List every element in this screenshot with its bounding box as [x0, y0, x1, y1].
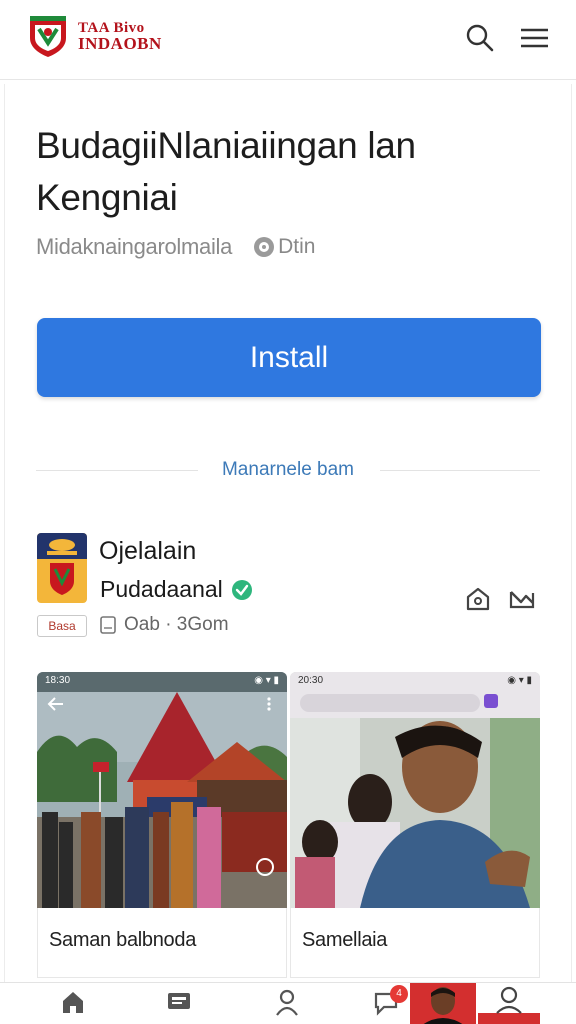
publisher-name[interactable]: Ojelalain — [99, 537, 196, 566]
share-icon[interactable] — [508, 585, 536, 613]
status-bar: 18:30 ◉ ▾ ▮ — [37, 672, 287, 690]
time-label: Dtin — [278, 235, 316, 258]
screenshot-2-caption: Samellaia — [302, 929, 388, 951]
home-icon[interactable] — [58, 987, 88, 1017]
person-icon[interactable] — [272, 987, 302, 1017]
publisher-stats: Oab · 3Gom — [100, 614, 229, 636]
top-app-bar: TAA Bivo INDAOBN — [0, 0, 576, 80]
screenshot-2[interactable]: 20:30 ◉ ▾ ▮ — [290, 672, 540, 908]
publisher-subtitle: Pudadaanal — [100, 576, 223, 602]
home-outline-icon[interactable] — [464, 585, 492, 613]
logo-line2: INDAOBN — [78, 34, 162, 53]
profile-thumbnail[interactable] — [410, 983, 476, 1024]
install-button[interactable]: Install — [37, 318, 541, 397]
emblem-icon — [30, 16, 66, 57]
verified-badge-icon — [231, 579, 252, 600]
screenshot-1[interactable]: 18:30 ◉ ▾ ▮ — [37, 672, 287, 908]
clock-icon — [254, 237, 275, 257]
search-icon[interactable] — [464, 22, 496, 54]
section-divider-label[interactable]: Manarnele bam — [200, 459, 376, 481]
screenshot-1-caption: Saman balbnoda — [49, 929, 197, 951]
hamburger-menu-icon[interactable] — [518, 22, 550, 54]
back-arrow-icon[interactable] — [47, 696, 65, 712]
source-label: Midaknaingarolmaila — [36, 234, 233, 259]
publisher-tag: Basa — [37, 615, 87, 637]
status-time: 18:30 — [45, 675, 71, 686]
event-photo — [37, 672, 287, 908]
site-logo[interactable]: TAA Bivo INDAOBN — [26, 14, 162, 58]
bottom-navigation: 4 — [0, 982, 576, 1024]
article-meta: Midaknaingarolmaila Dtin — [36, 234, 315, 260]
status-time: 20:30 — [298, 675, 324, 686]
document-icon — [100, 616, 116, 634]
news-icon[interactable] — [164, 987, 194, 1017]
publisher-logo[interactable] — [37, 533, 87, 603]
status-icons: ◉ ▾ ▮ — [507, 675, 532, 686]
status-icons: ◉ ▾ ▮ — [254, 675, 279, 686]
profile-icon[interactable] — [478, 983, 540, 1024]
publisher-subtitle-row: Pudadaanal — [100, 576, 253, 603]
more-vert-icon[interactable] — [265, 696, 273, 712]
divider-right — [380, 470, 540, 471]
logo-wordmark: TAA Bivo INDAOBN — [78, 21, 162, 53]
divider-left — [36, 470, 198, 471]
page-title: BudagiiNlaniaiingan lan Kengniai — [36, 125, 416, 218]
stats-text: Oab · 3Gom — [124, 614, 229, 635]
portrait-photo — [290, 672, 540, 908]
notification-badge: 4 — [390, 985, 408, 1003]
status-bar: 20:30 ◉ ▾ ▮ — [290, 672, 540, 690]
